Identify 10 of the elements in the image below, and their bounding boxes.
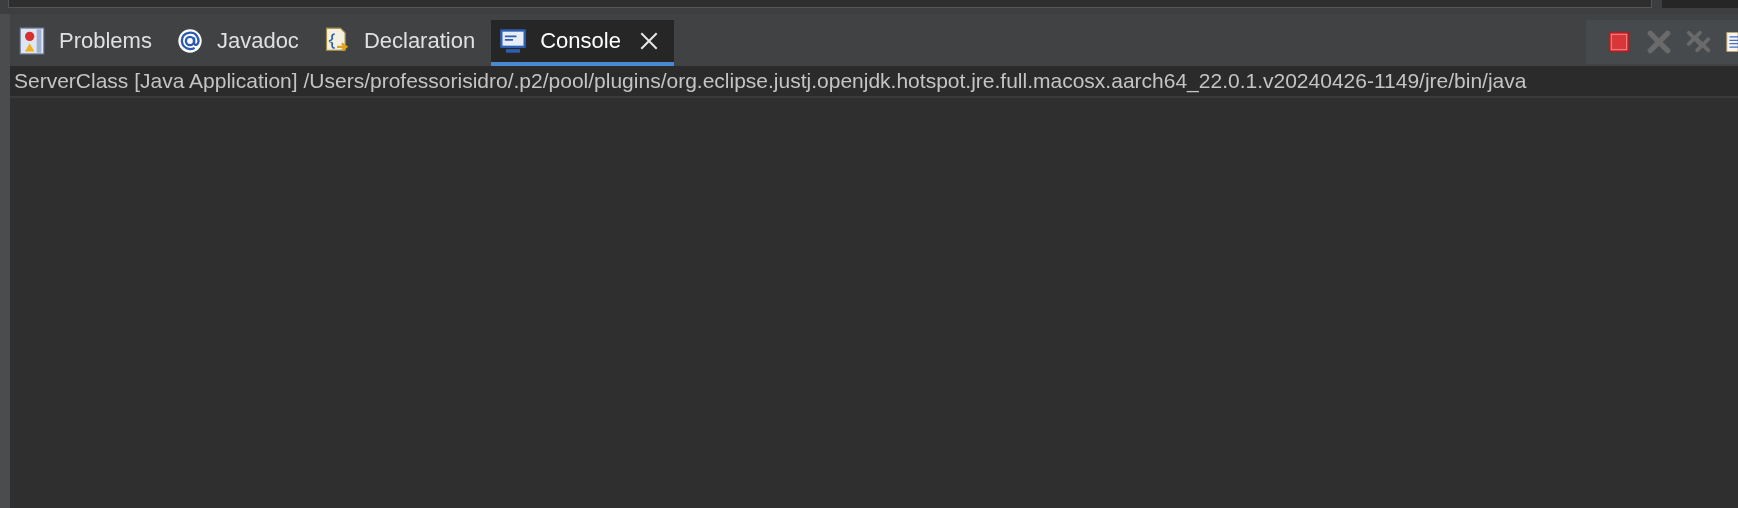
problems-icon <box>18 27 46 55</box>
monitor-icon <box>499 27 528 55</box>
console-header: ServerClass [Java Application] /Users/professorisidro/.p2/pool/plugins/org.eclipse.justj.openjdk.hotspot.jre.full.macosx.aarch64_22.0.1.v20240426-1149/jre/bin/java <box>10 66 1738 98</box>
view-tab[interactable]: Problems <box>10 20 168 66</box>
view-tab[interactable]: Javadoc <box>167 20 315 66</box>
view-tab[interactable]: Declaration <box>314 20 492 66</box>
view-tab[interactable]: Console <box>491 20 674 66</box>
at-sign-icon <box>175 27 204 55</box>
stop-icon[interactable] <box>1606 29 1632 55</box>
document-icon[interactable] <box>1726 29 1738 55</box>
